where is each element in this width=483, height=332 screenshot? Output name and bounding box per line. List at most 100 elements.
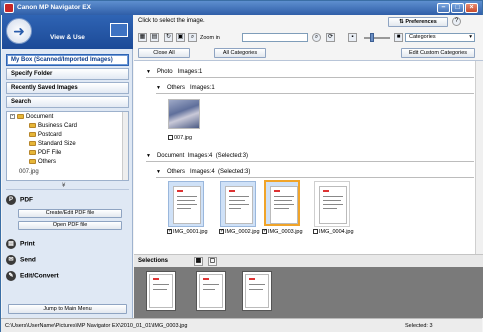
image-browser: ▼ Photo Images:1 ▼ Others Images:1 007.jpg… <box>134 60 483 255</box>
folder-icon <box>29 141 36 146</box>
image-icon[interactable]: ▣ <box>176 33 185 42</box>
photo-caption[interactable]: 007.jpg <box>168 135 192 141</box>
image-thumbnail[interactable] <box>168 181 204 227</box>
selections-tray <box>134 267 483 318</box>
document-preview <box>270 186 298 224</box>
thumbnail-view-icon[interactable]: ▦ <box>138 33 147 42</box>
maximize-icon[interactable]: □ <box>451 3 464 13</box>
open-pdf-button[interactable]: Open PDF file <box>18 221 122 230</box>
minimize-icon[interactable]: – <box>437 3 450 13</box>
divider <box>6 189 129 190</box>
checkbox[interactable] <box>168 135 173 141</box>
content-scrollbar[interactable] <box>475 61 483 255</box>
chevron-down-icon: ▾ <box>469 34 472 40</box>
document-preview <box>149 274 173 308</box>
status-bar: C:\Users\UserName\Pictures\MP Navigator … <box>1 318 482 332</box>
tree-node-standard-size[interactable]: Standard Size <box>29 141 76 147</box>
image-caption[interactable]: ✓IMG_0002.jpg <box>219 229 260 235</box>
document-subgroup-header[interactable]: ▼ Others Images:4 (Selected:3) <box>156 169 250 175</box>
document-preview <box>245 274 269 308</box>
tree-node-pdf-file[interactable]: PDF File <box>29 150 61 156</box>
group-divider <box>156 177 474 178</box>
selection-grid-icon[interactable]: ▦ <box>194 257 203 266</box>
small-thumb-icon[interactable]: ▪ <box>348 33 357 42</box>
collapse-triangle-icon[interactable]: ▼ <box>156 85 161 91</box>
photo-group-header[interactable]: ▼ Photo Images:1 <box>146 69 202 75</box>
checkbox[interactable] <box>313 229 318 235</box>
collapse-triangle-icon[interactable]: ▼ <box>146 69 151 75</box>
tree-node-business-card[interactable]: Business Card <box>29 123 77 129</box>
selection-list-icon[interactable]: ▢ <box>208 257 217 266</box>
checked-checkbox[interactable]: ✓ <box>167 229 172 235</box>
tree-node-others[interactable]: Others <box>29 159 56 165</box>
tree-node-postcard[interactable]: Postcard <box>29 132 62 138</box>
image-thumbnail-current[interactable] <box>264 180 300 226</box>
refresh-icon[interactable]: ⟳ <box>326 33 335 42</box>
folder-icon <box>29 159 36 164</box>
search-input[interactable] <box>242 33 308 42</box>
image-thumbnail[interactable] <box>314 181 350 227</box>
status-selected-count: Selected: 3 <box>405 323 433 329</box>
photo-thumbnail[interactable] <box>168 99 200 129</box>
selected-thumbnail[interactable] <box>242 271 272 311</box>
rotate-icon[interactable]: ↻ <box>164 33 173 42</box>
print-section[interactable]: ▤ Print <box>6 239 129 249</box>
tree-node-file[interactable]: 007.jpg <box>19 169 39 175</box>
sidebar-item-recent[interactable]: Recently Saved Images <box>6 82 129 94</box>
document-preview <box>173 186 201 224</box>
checked-checkbox[interactable]: ✓ <box>262 229 267 235</box>
zoom-icon[interactable]: ⌕ <box>188 33 197 42</box>
create-edit-pdf-button[interactable]: Create/Edit PDF file <box>18 209 122 218</box>
search-icon[interactable]: ⌕ <box>312 33 321 42</box>
selected-thumbnail[interactable] <box>146 271 176 311</box>
edit-custom-categories-button[interactable]: Edit Custom Categories <box>401 48 475 58</box>
back-arrow-icon[interactable]: ➜ <box>6 18 32 44</box>
thumbnail-size-slider[interactable] <box>364 37 390 39</box>
print-icon: ▤ <box>6 239 16 249</box>
status-path: C:\Users\UserName\Pictures\MP Navigator … <box>5 323 188 329</box>
photo-subgroup-header[interactable]: ▼ Others Images:1 <box>156 85 215 91</box>
edit-icon: ✎ <box>6 271 16 281</box>
pdf-section[interactable]: P PDF <box>6 195 129 205</box>
document-preview <box>225 186 253 224</box>
zoom-label: Zoom in <box>200 35 220 41</box>
folder-tree[interactable]: - Document Business Card Postcard Standar… <box>6 111 129 181</box>
preferences-button[interactable]: ⇅ Preferences <box>388 17 448 27</box>
selected-thumbnail[interactable] <box>196 271 226 311</box>
close-icon[interactable]: × <box>465 3 478 13</box>
checked-checkbox[interactable]: ✓ <box>219 229 224 235</box>
slider-handle[interactable] <box>370 33 374 42</box>
document-preview <box>319 186 347 224</box>
all-categories-button[interactable]: All Categories <box>214 48 266 58</box>
collapse-triangle-icon[interactable]: ▼ <box>146 153 151 159</box>
sidebar-item-search[interactable]: Search <box>6 96 129 108</box>
image-caption[interactable]: ✓IMG_0003.jpg <box>262 229 303 235</box>
collapse-triangle-icon[interactable]: ▼ <box>156 169 161 175</box>
main-window: Canon MP Navigator EX – □ × ➜ View & Use… <box>0 0 483 332</box>
document-preview <box>199 274 223 308</box>
large-thumb-icon[interactable]: ■ <box>394 33 403 42</box>
collapse-icon[interactable]: - <box>10 114 15 119</box>
image-thumbnail[interactable] <box>220 181 256 227</box>
help-icon[interactable]: ? <box>452 17 461 26</box>
tree-scrollbar[interactable] <box>122 112 128 180</box>
document-group-header[interactable]: ▼ Document Images:4 (Selected:3) <box>146 153 248 159</box>
list-view-icon[interactable]: ▤ <box>150 33 159 42</box>
window-title: Canon MP Navigator EX <box>17 4 91 11</box>
categories-select[interactable]: Categories ▾ <box>405 33 475 42</box>
folder-icon <box>29 150 36 155</box>
grid-view-icon <box>110 23 128 37</box>
close-all-button[interactable]: Close All <box>138 48 190 58</box>
image-caption[interactable]: ✓IMG_0001.jpg <box>167 229 208 235</box>
sidebar-item-specify-folder[interactable]: Specify Folder <box>6 68 129 80</box>
send-section[interactable]: ✉ Send <box>6 255 129 265</box>
jump-to-main-menu-button[interactable]: Jump to Main Menu <box>8 304 127 314</box>
group-divider <box>146 77 474 78</box>
sidebar-item-my-box[interactable]: My Box (Scanned/Imported Images) <box>6 54 129 66</box>
send-icon: ✉ <box>6 255 16 265</box>
image-caption[interactable]: IMG_0004.jpg <box>313 229 354 235</box>
edit-convert-section[interactable]: ✎ Edit/Convert <box>6 271 129 281</box>
pdf-icon: P <box>6 195 16 205</box>
main-panel: Click to select the image. ⇅ Preferences… <box>134 15 483 332</box>
tree-node-document[interactable]: - Document <box>10 114 53 120</box>
